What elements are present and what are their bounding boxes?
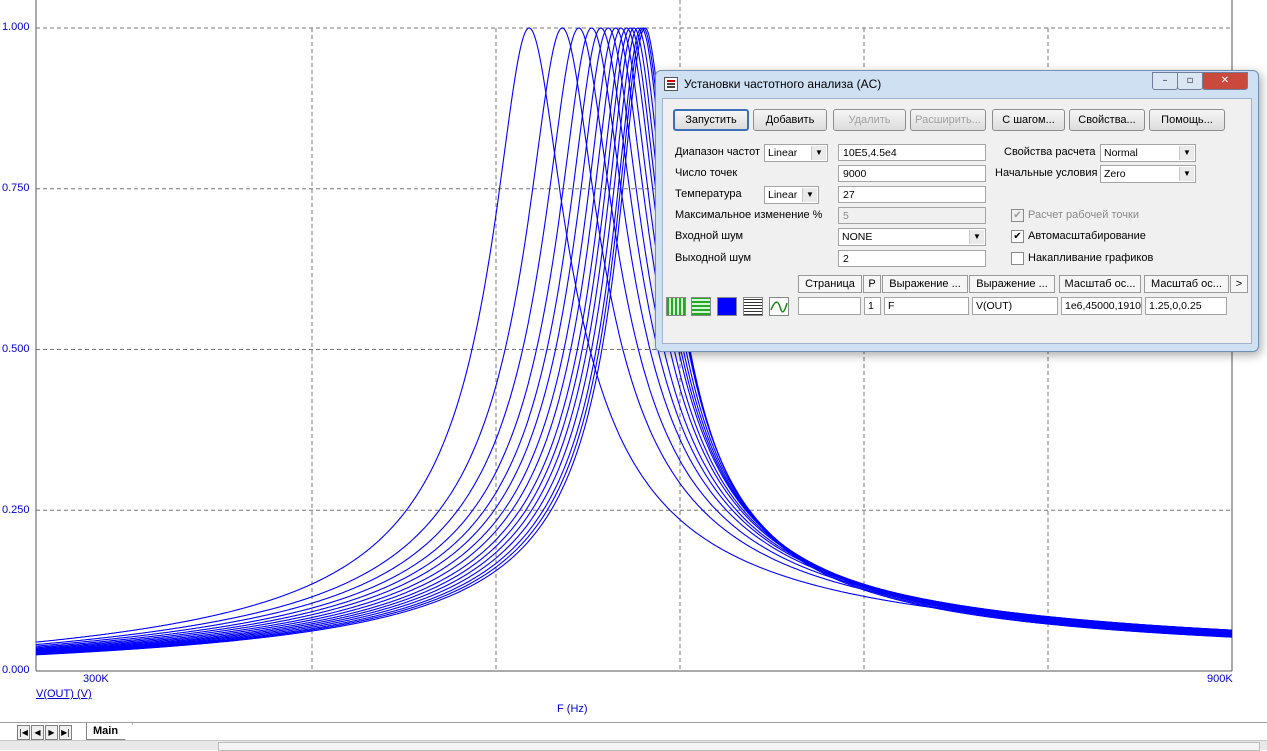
temperature-mode-value: Linear [768,189,798,201]
freq-range-mode-value: Linear [768,147,798,159]
freq-range-label: Диапазон частот [675,146,761,158]
column-header-page[interactable]: Страница [798,275,862,293]
scrollbar-thumb[interactable] [218,742,1260,751]
op-point-label: Расчет рабочей точки [1028,209,1139,221]
x-tick-label: 900K [1207,673,1233,685]
max-change-input[interactable]: 5 [838,207,986,224]
next-tab-button[interactable]: ▶ [45,725,58,740]
cell-scale-y[interactable]: 1.25,0,0.25 [1145,297,1227,315]
chevron-down-icon: ▼ [802,188,817,202]
autoscale-label: Автомасштабирование [1028,230,1146,242]
freq-range-mode-select[interactable]: Linear ▼ [764,144,828,162]
column-header-scale-y[interactable]: Масштаб ос... [1144,275,1229,293]
horizontal-grid-icon[interactable] [691,297,711,316]
points-input[interactable]: 9000 [838,165,986,182]
calc-props-label: Свойства расчета [1004,146,1096,158]
y-tick-label: 1.000 [2,21,30,33]
color-swatch-icon[interactable] [717,297,737,316]
y-tick-label: 0.750 [2,182,30,194]
chevron-down-icon: ▼ [1179,167,1194,181]
run-button[interactable]: Запустить [673,109,749,131]
max-change-label: Максимальное изменение % [675,209,823,221]
close-button[interactable]: ✕ [1202,72,1248,90]
column-header-expression-x[interactable]: Выражение ... [882,275,968,293]
initial-cond-select[interactable]: Zero ▼ [1100,165,1196,183]
calc-props-select[interactable]: Normal ▼ [1100,144,1196,162]
output-noise-input[interactable]: 2 [838,250,986,267]
maximize-button[interactable]: ▫ [1177,72,1203,90]
output-noise-label: Выходной шум [675,252,752,264]
temperature-input[interactable]: 27 [838,186,986,203]
cell-expression-x[interactable]: F [884,297,969,315]
column-header-p[interactable]: P [863,275,881,293]
cell-expression-y[interactable]: V(OUT) [972,297,1058,315]
initial-cond-label: Начальные условия [995,167,1098,179]
y-tick-label: 0.500 [2,343,30,355]
chevron-down-icon: ▼ [1179,146,1194,160]
last-tab-button[interactable]: ▶| [59,725,72,740]
first-tab-button[interactable]: |◀ [17,725,30,740]
points-label: Число точек [675,167,738,179]
input-noise-label: Входной шум [675,230,744,242]
stepping-button[interactable]: С шагом... [992,109,1065,131]
chevron-down-icon: ▼ [969,230,984,244]
column-scroll-right-button[interactable]: > [1230,275,1248,293]
input-noise-select[interactable]: NONE ▼ [838,228,986,246]
cell-page[interactable] [798,297,861,315]
accumulate-checkbox[interactable] [1011,252,1024,265]
waveform-glyph [770,301,788,313]
chevron-down-icon: ▼ [811,146,826,160]
delete-button[interactable]: Удалить [833,109,906,131]
cell-p[interactable]: 1 [864,297,881,315]
minimize-button[interactable]: – [1152,72,1178,90]
app-icon [664,77,678,91]
ac-analysis-dialog: Установки частотного анализа (AC) – ▫ ✕ … [655,70,1259,352]
column-header-expression-y[interactable]: Выражение ... [969,275,1055,293]
dialog-body: Запустить Добавить Удалить Расширить... … [662,98,1252,344]
vertical-grid-icon[interactable] [666,297,686,316]
tab-main[interactable]: Main [86,723,133,740]
calc-props-value: Normal [1104,147,1138,159]
add-button[interactable]: Добавить [753,109,827,131]
autoscale-checkbox[interactable]: ✔ [1011,230,1024,243]
cell-scale-x[interactable]: 1e6,45000,1910 [1061,297,1142,315]
y-axis-title[interactable]: V(OUT) (V) [36,688,92,700]
properties-button[interactable]: Свойства... [1069,109,1145,131]
x-tick-label: 300K [83,673,109,685]
column-header-scale-x[interactable]: Масштаб ос... [1059,275,1141,293]
sheet-tab-bar: |◀ ◀ ▶ ▶| Main [0,722,1267,741]
y-tick-label: 0.250 [2,504,30,516]
op-point-checkbox[interactable]: ✔ [1011,209,1024,222]
accumulate-label: Накапливание графиков [1028,252,1154,264]
x-axis-title: F (Hz) [557,703,588,715]
table-icon[interactable] [743,297,763,316]
expand-button[interactable]: Расширить... [910,109,986,131]
help-button[interactable]: Помощь... [1149,109,1225,131]
temperature-label: Температура [675,188,742,200]
dialog-title: Установки частотного анализа (AC) [684,77,882,91]
prev-tab-button[interactable]: ◀ [31,725,44,740]
input-noise-value: NONE [842,231,873,243]
y-tick-label: 0.000 [2,664,30,676]
temperature-mode-select[interactable]: Linear ▼ [764,186,819,204]
initial-cond-value: Zero [1104,168,1126,180]
waveform-icon[interactable] [769,297,789,316]
freq-range-input[interactable]: 10E5,4.5e4 [838,144,986,161]
dialog-titlebar[interactable]: Установки частотного анализа (AC) – ▫ ✕ [656,71,1258,97]
